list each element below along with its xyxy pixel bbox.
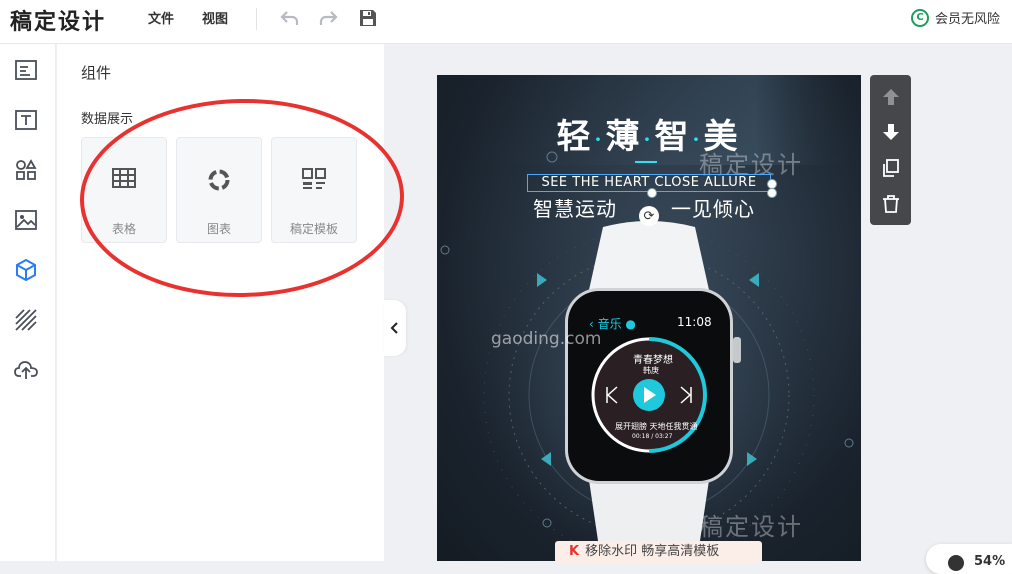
template-icon[interactable]: [12, 56, 40, 84]
collapse-panel-button[interactable]: [384, 300, 406, 356]
tile-label: 表格: [111, 222, 136, 236]
component-icon[interactable]: [12, 256, 40, 284]
background-icon[interactable]: [12, 306, 40, 334]
subline-zh-left[interactable]: 智慧运动: [533, 193, 617, 222]
panel-title: 组件: [81, 64, 112, 82]
zoom-icon: [948, 555, 964, 571]
left-rail: [0, 44, 56, 561]
image-icon[interactable]: [12, 206, 40, 234]
zoom-value: 54%: [974, 554, 1006, 569]
menu-file[interactable]: 文件: [148, 8, 174, 27]
app-logo[interactable]: 稿定设计: [10, 4, 106, 36]
top-bar: 稿定设计 文件 视图 C 会员无风险: [0, 0, 1012, 44]
text-icon[interactable]: [12, 106, 40, 134]
tile-chart[interactable]: 图表: [176, 137, 262, 243]
copy-icon[interactable]: [878, 155, 903, 180]
tile-table[interactable]: 表格: [81, 137, 167, 243]
chart-icon: [177, 168, 261, 192]
menu-view[interactable]: 视图: [202, 8, 228, 27]
poster-canvas[interactable]: 轻·薄·智·美 稿定设计 SEE THE HEART CLOSE ALLURE …: [437, 75, 861, 561]
resize-handle[interactable]: [647, 188, 657, 198]
site-watermark: gaoding.com: [491, 329, 602, 349]
layer-tools: [870, 75, 911, 225]
headline-dot: ·: [643, 127, 655, 151]
headline-underline: [635, 161, 657, 163]
move-up-icon[interactable]: [878, 84, 903, 109]
redo-icon[interactable]: [316, 6, 340, 30]
headline-char: 智: [654, 117, 693, 157]
toolbar-divider: [256, 8, 257, 30]
delete-icon[interactable]: [878, 191, 903, 216]
tile-label: 稿定模板: [289, 222, 338, 236]
table-icon: [82, 168, 166, 188]
headline-char: 薄: [605, 117, 644, 157]
undo-icon[interactable]: [278, 6, 302, 30]
elements-icon[interactable]: [12, 156, 40, 184]
screen-progress: 00:18 / 03:27: [632, 433, 673, 440]
upload-icon[interactable]: [12, 356, 40, 384]
template-grid-icon: [272, 168, 356, 190]
move-down-icon[interactable]: [878, 119, 903, 144]
section-title: 数据展示: [81, 112, 134, 127]
screen-song: 青春梦想: [633, 355, 673, 366]
headline-dot: ·: [594, 127, 606, 151]
vip-guarantee[interactable]: C 会员无风险: [910, 8, 1000, 27]
remove-watermark-bar[interactable]: K 移除水印 畅享高清模板: [555, 541, 762, 563]
screen-artist: 韩庚: [643, 366, 659, 375]
copyright-icon: C: [910, 8, 929, 27]
hint-prefix: K: [569, 544, 580, 559]
poster-watermark: 稿定设计: [699, 513, 803, 541]
zoom-control[interactable]: 54%: [926, 544, 1012, 574]
tile-template[interactable]: 稿定模板: [271, 137, 357, 243]
subline-zh-right[interactable]: 一见倾心: [671, 193, 755, 222]
tile-label: 图表: [206, 222, 231, 236]
save-icon[interactable]: [356, 6, 380, 30]
rotate-icon[interactable]: ⟳: [639, 206, 659, 226]
hint-text: 移除水印 畅享高清模板: [585, 544, 720, 559]
screen-lyric: 展开翅膀 天地任我贯通: [615, 422, 698, 431]
component-panel: 组件 数据展示 表格 图表 稿定模板: [57, 44, 384, 561]
resize-handle[interactable]: [767, 188, 777, 198]
headline-char: 轻: [556, 117, 595, 157]
chevron-left-icon: [390, 322, 398, 334]
screen-time: 11:08: [677, 315, 712, 329]
vip-label: 会员无风险: [934, 12, 1000, 27]
